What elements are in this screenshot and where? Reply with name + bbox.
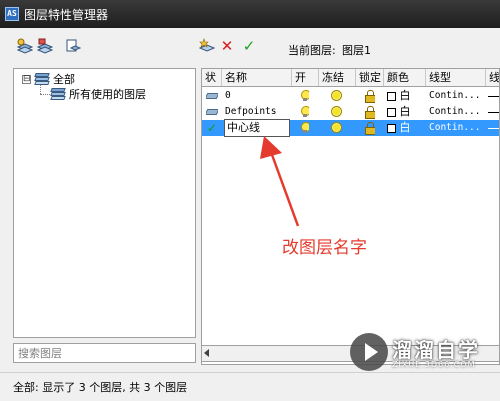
linetype-cell[interactable]: Contin... xyxy=(429,88,480,104)
filter-tree: ⊟ 全部 所有使用的图层 xyxy=(13,68,196,338)
linetype-cell[interactable]: Contin... xyxy=(429,104,480,120)
new-group-filter-icon[interactable] xyxy=(36,37,54,55)
tree-item-all-label: 全部 xyxy=(53,73,75,86)
color-swatch xyxy=(387,107,396,117)
color-name: 白 xyxy=(399,89,411,102)
current-layer-value: 图层1 xyxy=(342,44,371,57)
lightbulb-icon[interactable] xyxy=(301,122,309,138)
layer-icon xyxy=(206,109,218,115)
new-property-filter-icon[interactable] xyxy=(16,37,34,55)
layer-states-manager-icon[interactable] xyxy=(64,37,82,55)
column-header-color[interactable]: 颜色 xyxy=(384,69,426,86)
color-swatch xyxy=(387,91,396,101)
tree-connector xyxy=(40,85,41,94)
column-header-status[interactable]: 状 xyxy=(202,69,222,86)
column-header-linetype[interactable]: 线型 xyxy=(426,69,486,86)
toolbar: ✕ ✓ 当前图层: 图层1 xyxy=(0,28,500,68)
search-layers-input[interactable] xyxy=(13,343,196,363)
color-cell[interactable]: 白 xyxy=(387,120,411,136)
table-row-selected[interactable]: ✓ 中心线 白 Contin... xyxy=(202,119,499,138)
tree-item-all[interactable]: ⊟ 全部 xyxy=(22,72,75,86)
color-swatch xyxy=(387,123,396,133)
title-bar: AS 图层特性管理器 xyxy=(0,0,500,28)
annotation-text: 改图层名字 xyxy=(282,238,367,258)
color-cell[interactable]: 白 xyxy=(387,88,411,104)
current-layer-check-icon: ✓ xyxy=(207,121,218,135)
window-title: 图层特性管理器 xyxy=(24,7,109,22)
column-header-on[interactable]: 开 xyxy=(292,69,319,86)
layer-name[interactable]: 0 xyxy=(225,88,231,104)
layer-name[interactable]: Defpoints xyxy=(225,104,276,120)
tree-connector xyxy=(40,94,50,95)
watermark-logo-icon xyxy=(350,333,388,371)
column-header-lineweight[interactable]: 线 xyxy=(486,69,499,86)
table-row[interactable]: 0 白 Contin... xyxy=(202,88,499,104)
column-header-lock[interactable]: 锁定 xyxy=(356,69,384,86)
watermark-url: ZIXUE.3D66.COM xyxy=(392,360,476,369)
table-row[interactable]: Defpoints 白 Contin... xyxy=(202,104,499,120)
color-name: 白 xyxy=(399,105,411,118)
lock-icon[interactable] xyxy=(365,122,375,138)
layer-table: 状 名称 开 冻结 锁定 颜色 线型 线 0 白 Contin... Defpo… xyxy=(201,68,500,365)
column-header-name[interactable]: 名称 xyxy=(222,69,292,86)
scroll-left-arrow-icon[interactable] xyxy=(204,349,209,357)
layer-name-edit-input[interactable]: 中心线 xyxy=(224,119,290,137)
table-header: 状 名称 开 冻结 锁定 颜色 线型 线 xyxy=(202,69,499,87)
linetype-cell[interactable]: Contin... xyxy=(429,120,480,136)
new-layer-icon[interactable] xyxy=(198,37,216,55)
layer-icon xyxy=(206,93,218,99)
collapse-toggle-icon[interactable]: ⊟ xyxy=(22,74,31,84)
sun-icon[interactable] xyxy=(331,122,342,138)
set-current-icon[interactable]: ✓ xyxy=(240,37,258,55)
column-header-freeze[interactable]: 冻结 xyxy=(319,69,356,86)
current-layer-label: 当前图层: xyxy=(288,44,336,57)
lineweight-cell[interactable] xyxy=(488,120,499,136)
status-bar: 全部: 显示了 3 个图层, 共 3 个图层 xyxy=(0,372,500,401)
layer-stack-icon xyxy=(50,88,66,100)
status-text: 全部: 显示了 3 个图层, 共 3 个图层 xyxy=(13,381,188,394)
watermark-brand: 溜溜自学 xyxy=(392,338,480,362)
layer-stack-icon xyxy=(34,73,50,85)
delete-layer-icon[interactable]: ✕ xyxy=(218,37,236,55)
color-cell[interactable]: 白 xyxy=(387,104,411,120)
app-icon: AS xyxy=(5,7,19,21)
lineweight-cell[interactable] xyxy=(488,88,499,104)
tree-item-all-used-layers-label: 所有使用的图层 xyxy=(69,88,146,101)
lineweight-cell[interactable] xyxy=(488,104,499,120)
color-name: 白 xyxy=(399,121,411,134)
tree-item-all-used-layers[interactable]: 所有使用的图层 xyxy=(50,87,146,101)
